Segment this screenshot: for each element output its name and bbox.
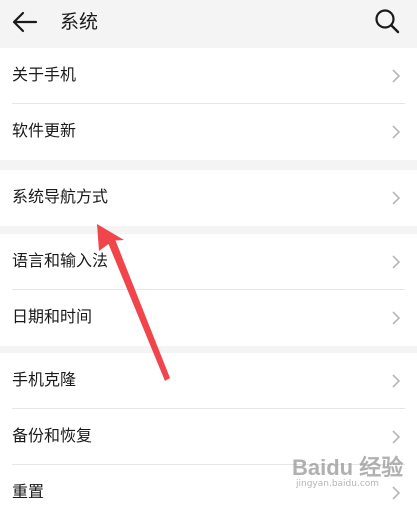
- chevron-right-icon: [392, 191, 401, 205]
- settings-item-navigation-mode[interactable]: 系统导航方式: [0, 170, 417, 226]
- search-icon[interactable]: [372, 6, 402, 36]
- chevron-right-icon: [392, 486, 401, 500]
- chevron-right-icon: [392, 125, 401, 139]
- settings-item-label: 备份和恢复: [12, 426, 93, 445]
- chevron-right-icon: [392, 69, 401, 83]
- settings-item-label: 重置: [12, 482, 45, 501]
- settings-item-about-phone[interactable]: 关于手机: [0, 48, 417, 104]
- settings-item-language-input[interactable]: 语言和输入法: [0, 234, 417, 290]
- settings-group-1: 关于手机 软件更新: [0, 48, 417, 160]
- settings-group-3: 语言和输入法 日期和时间: [0, 234, 417, 346]
- settings-item-label: 语言和输入法: [12, 251, 109, 270]
- settings-item-label: 关于手机: [12, 65, 77, 84]
- settings-item-date-time[interactable]: 日期和时间: [0, 290, 417, 346]
- page-title: 系统: [60, 11, 99, 33]
- chevron-right-icon: [392, 255, 401, 269]
- chevron-right-icon: [392, 311, 401, 325]
- watermark-text: Baidu 经验: [292, 455, 404, 480]
- chevron-right-icon: [392, 430, 401, 444]
- arrow-left-icon[interactable]: [10, 8, 40, 36]
- top-bar: 系统: [0, 0, 417, 46]
- settings-item-label: 软件更新: [12, 121, 77, 140]
- watermark-subtext: jingyan.baidu.com: [296, 479, 380, 489]
- settings-item-software-update[interactable]: 软件更新: [0, 104, 417, 160]
- chevron-right-icon: [392, 374, 401, 388]
- settings-item-label: 日期和时间: [12, 307, 93, 326]
- baidu-watermark: Baidu 经验 jingyan.baidu.com: [292, 448, 404, 489]
- settings-item-phone-clone[interactable]: 手机克隆: [0, 353, 417, 409]
- settings-group-2: 系统导航方式: [0, 170, 417, 226]
- settings-item-label: 手机克隆: [12, 370, 77, 389]
- settings-item-label: 系统导航方式: [12, 187, 109, 206]
